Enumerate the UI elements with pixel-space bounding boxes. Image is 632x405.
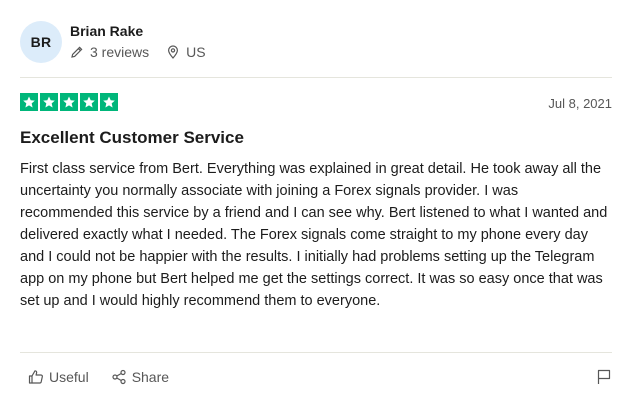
pencil-icon (70, 45, 84, 59)
avatar[interactable]: BR (20, 21, 62, 63)
share-icon (111, 369, 127, 385)
reviewer-meta: 3 reviews US (70, 44, 206, 60)
reviews-count: 3 reviews (70, 44, 149, 60)
useful-button[interactable]: Useful (28, 369, 89, 385)
divider (20, 77, 612, 78)
thumbs-up-icon (28, 369, 44, 385)
star-rating (20, 93, 118, 111)
star-icon (40, 93, 58, 111)
star-icon (20, 93, 38, 111)
location-pin-icon (166, 45, 180, 59)
useful-label: Useful (49, 369, 89, 385)
star-icon (100, 93, 118, 111)
review-actions: Useful Share (28, 369, 169, 385)
reviews-count-label: 3 reviews (90, 44, 150, 60)
review-card: BR Brian Rake 3 reviews US Jul 8, 2021 E… (0, 0, 632, 405)
share-button[interactable]: Share (111, 369, 169, 385)
star-icon (80, 93, 98, 111)
country-label: US (186, 44, 206, 60)
review-text: First class service from Bert. Everythin… (20, 161, 608, 309)
flag-icon[interactable] (596, 369, 612, 385)
star-icon (60, 93, 78, 111)
reviewer-name[interactable]: Brian Rake (70, 23, 143, 39)
review-title[interactable]: Excellent Customer Service (20, 128, 244, 148)
divider (20, 352, 612, 353)
review-date: Jul 8, 2021 (548, 96, 612, 111)
share-label: Share (131, 369, 170, 385)
reviewer-location: US (166, 44, 206, 60)
